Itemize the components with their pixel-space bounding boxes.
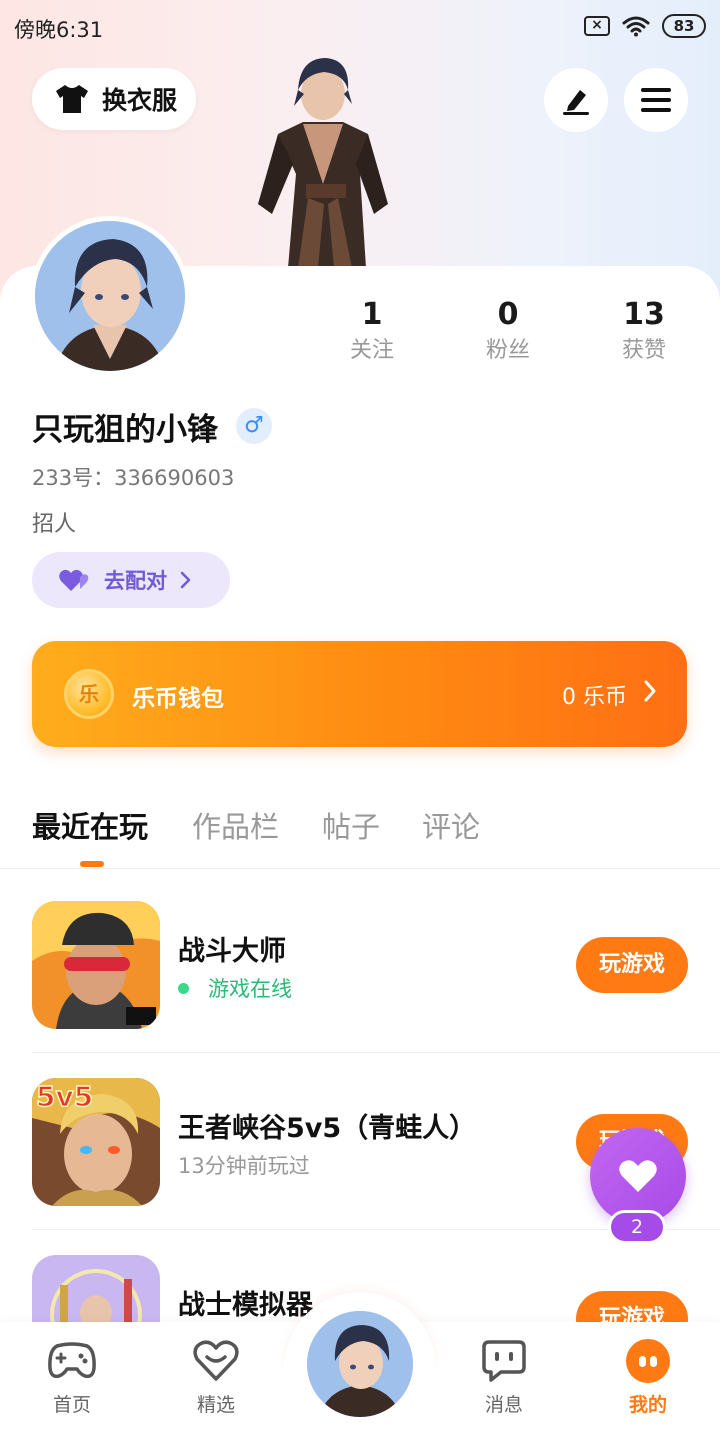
menu-icon xyxy=(641,88,671,112)
game-title: 王者峡谷5v5（青蛙人） xyxy=(178,1113,477,1144)
tab-recently-played[interactable]: 最近在玩 xyxy=(32,804,148,846)
stat-following[interactable]: 1 关注 xyxy=(312,296,432,368)
battery-indicator: 83 xyxy=(662,14,706,38)
nav-avatar-button[interactable] xyxy=(304,1308,416,1420)
nav-label-featured: 精选 xyxy=(196,1394,235,1416)
tab-comments[interactable]: 评论 xyxy=(422,804,480,846)
chevron-right-icon xyxy=(180,571,191,589)
game-row[interactable]: 战斗大师 游戏在线 玩游戏 xyxy=(0,901,720,1078)
stat-likes-label: 获赞 xyxy=(621,338,666,363)
heart-icon xyxy=(619,1160,657,1192)
wallet-balance: 0 乐币 xyxy=(562,685,627,710)
nav-item-messages[interactable]: 消息 xyxy=(459,1338,549,1417)
change-outfit-button[interactable]: 换衣服 xyxy=(32,68,196,130)
shirt-icon xyxy=(56,85,88,113)
divider xyxy=(32,1052,720,1053)
game-status: 游戏在线 xyxy=(178,973,292,1003)
game-icon: 5v5 xyxy=(32,1078,160,1206)
floating-likes-count: 2 xyxy=(608,1210,666,1244)
stat-followers-count: 0 xyxy=(497,297,519,332)
tab-posts[interactable]: 帖子 xyxy=(322,804,380,846)
game-title: 战士模拟器 xyxy=(178,1290,313,1321)
game-status-label: 游戏在线 xyxy=(208,977,292,1001)
change-outfit-label: 换衣服 xyxy=(102,86,178,115)
nav-item-home[interactable]: 首页 xyxy=(27,1338,117,1417)
game-status: 13分钟前玩过 xyxy=(178,1154,310,1178)
play-game-button[interactable]: 玩游戏 xyxy=(576,937,688,993)
avatar[interactable] xyxy=(30,216,190,376)
avatar-image xyxy=(35,221,185,371)
menu-button[interactable] xyxy=(624,68,688,132)
tab-works[interactable]: 作品栏 xyxy=(192,804,279,846)
chevron-right-icon xyxy=(644,680,656,702)
stat-following-label: 关注 xyxy=(349,338,394,363)
heart-shield-icon xyxy=(193,1340,239,1381)
nav-label-me: 我的 xyxy=(628,1394,667,1416)
nav-label-messages: 消息 xyxy=(484,1394,523,1416)
wallet-label: 乐币钱包 xyxy=(132,686,224,712)
status-time: 傍晚6:31 xyxy=(14,18,104,42)
user-bio: 招人 xyxy=(32,512,77,537)
user-id: 233号：336690603 xyxy=(32,466,235,490)
divider xyxy=(0,868,720,869)
hearts-icon xyxy=(59,569,89,591)
chat-bubble-icon xyxy=(482,1340,526,1382)
5v5-badge-icon: 5v5 xyxy=(35,1080,94,1112)
username: 只玩狙的小锋 xyxy=(32,412,218,448)
profile-stats: 1 关注 0 粉丝 13 获赞 xyxy=(300,296,720,376)
status-bar: 傍晚6:31 × 83 xyxy=(0,0,720,56)
no-sim-icon: × xyxy=(584,16,610,36)
nav-item-featured[interactable]: 精选 xyxy=(171,1338,261,1417)
nav-item-me[interactable]: 我的 xyxy=(603,1338,693,1417)
pen-icon xyxy=(563,90,589,115)
nav-label-home: 首页 xyxy=(52,1394,91,1416)
stat-followers-label: 粉丝 xyxy=(485,338,530,363)
tab-active-indicator xyxy=(80,861,104,867)
gamepad-icon xyxy=(48,1342,96,1379)
wifi-icon xyxy=(622,16,650,37)
stat-likes-count: 13 xyxy=(623,297,665,332)
stat-followers[interactable]: 0 粉丝 xyxy=(448,296,568,368)
game-icon xyxy=(32,901,160,1029)
coin-icon: 乐 xyxy=(64,669,114,719)
wallet-card[interactable]: 乐 乐币钱包 0 乐币 xyxy=(32,641,687,747)
status-icons: × 83 xyxy=(584,14,706,38)
avatar-character-figure[interactable] xyxy=(248,54,398,268)
match-label: 去配对 xyxy=(104,569,167,593)
online-dot-icon xyxy=(178,983,189,994)
game-badge: 5v5 xyxy=(36,1080,93,1112)
male-gender-icon: ♂ xyxy=(236,408,272,444)
game-title: 战斗大师 xyxy=(178,936,286,967)
edit-profile-button[interactable] xyxy=(544,68,608,132)
match-button[interactable]: 去配对 xyxy=(32,552,230,608)
profile-face-icon xyxy=(626,1339,670,1383)
stat-likes[interactable]: 13 获赞 xyxy=(584,296,704,368)
stat-following-count: 1 xyxy=(361,297,383,332)
